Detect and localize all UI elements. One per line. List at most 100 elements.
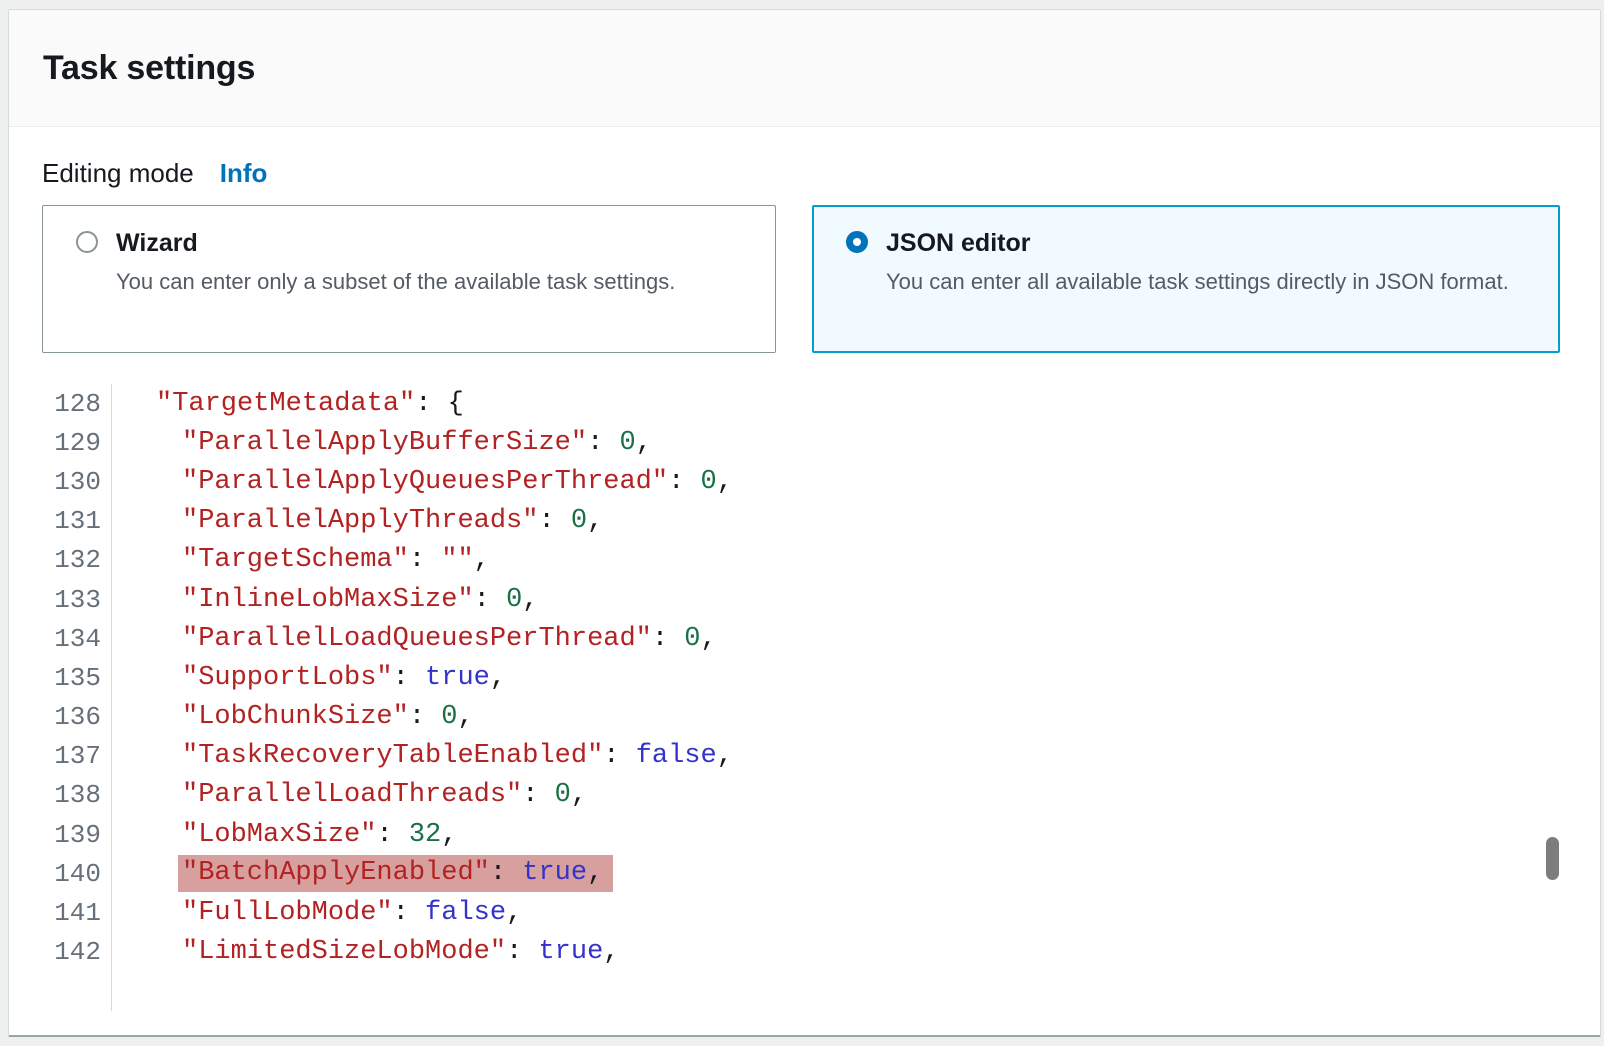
json-key: "LimitedSizeLobMode" [182, 937, 506, 967]
json-colon: : [652, 624, 684, 654]
code-line[interactable]: 141 "FullLobMode": false, [9, 893, 1601, 932]
json-comma: , [474, 545, 490, 575]
json-comma: , [701, 624, 717, 654]
code-line-content[interactable]: "ParallelApplyBufferSize": 0, [111, 423, 1601, 462]
json-key: "BatchApplyEnabled" [182, 858, 490, 888]
code-line-content[interactable] [111, 972, 1601, 1011]
code-line-content[interactable]: "LobMaxSize": 32, [111, 815, 1601, 854]
radio-json-editor[interactable] [846, 231, 868, 253]
json-colon: : [603, 741, 635, 771]
editor-scrollbar-thumb[interactable] [1546, 837, 1559, 880]
line-number: 135 [9, 663, 101, 693]
line-number: 139 [9, 820, 101, 850]
code-line[interactable]: 131 "ParallelApplyThreads": 0, [9, 502, 1601, 541]
task-settings-panel: Task settings Editing mode Info Wizard Y… [8, 9, 1601, 1037]
code-line-content[interactable]: "ParallelLoadThreads": 0, [111, 776, 1601, 815]
json-key: "TargetMetadata" [156, 389, 415, 419]
panel-content: Editing mode Info Wizard You can enter o… [9, 158, 1600, 353]
code-line-content[interactable]: "LimitedSizeLobMode": true, [111, 933, 1601, 972]
json-comma: , [457, 702, 473, 732]
json-comma: , [587, 506, 603, 536]
json-colon: : [415, 389, 447, 419]
code-line[interactable]: 129 "ParallelApplyBufferSize": 0, [9, 423, 1601, 462]
line-number: 141 [9, 898, 101, 928]
radio-wizard[interactable] [76, 231, 98, 253]
json-key: "LobChunkSize" [182, 702, 409, 732]
json-key: "SupportLobs" [182, 663, 393, 693]
code-line-content[interactable]: "ParallelApplyThreads": 0, [111, 502, 1601, 541]
page-title: Task settings [43, 49, 255, 88]
line-number: 132 [9, 545, 101, 575]
json-comma: , [490, 663, 506, 693]
line-number: 131 [9, 506, 101, 536]
line-number: 140 [9, 859, 101, 889]
json-value: false [636, 741, 717, 771]
code-line-content[interactable]: "FullLobMode": false, [111, 893, 1601, 932]
code-line-content[interactable]: "SupportLobs": true, [111, 658, 1601, 697]
json-value: 0 [701, 467, 717, 497]
code-line[interactable]: 130 "ParallelApplyQueuesPerThread": 0, [9, 462, 1601, 501]
line-number: 129 [9, 428, 101, 458]
json-colon: : [376, 820, 408, 850]
code-line[interactable]: 135 "SupportLobs": true, [9, 658, 1601, 697]
json-colon: : [538, 506, 570, 536]
code-line-content[interactable]: "ParallelLoadQueuesPerThread": 0, [111, 619, 1601, 658]
json-value: 0 [571, 506, 587, 536]
code-line-content[interactable]: "TargetSchema": "", [111, 541, 1601, 580]
option-text-wizard: Wizard You can enter only a subset of th… [116, 228, 675, 297]
json-key: "ParallelApplyBufferSize" [182, 428, 587, 458]
code-line[interactable]: 139 "LobMaxSize": 32, [9, 815, 1601, 854]
editing-mode-row: Editing mode Info [42, 158, 1567, 189]
code-line[interactable]: 138 "ParallelLoadThreads": 0, [9, 776, 1601, 815]
code-line[interactable] [9, 972, 1601, 1011]
option-card-wizard[interactable]: Wizard You can enter only a subset of th… [42, 205, 776, 353]
code-line[interactable]: 136 "LobChunkSize": 0, [9, 698, 1601, 737]
panel-header: Task settings [9, 10, 1600, 127]
option-label: Wizard [116, 228, 675, 258]
option-card-json-editor[interactable]: JSON editor You can enter all available … [812, 205, 1560, 353]
info-link[interactable]: Info [220, 158, 268, 189]
editing-mode-label: Editing mode [42, 158, 194, 189]
code-line[interactable]: 128 "TargetMetadata": { [9, 384, 1601, 423]
json-comma: , [603, 937, 619, 967]
json-comma: , [571, 780, 587, 810]
json-comma: , [441, 820, 457, 850]
code-line[interactable]: 140 "BatchApplyEnabled": true, [9, 854, 1601, 893]
line-number: 137 [9, 741, 101, 771]
code-line-content[interactable]: "TaskRecoveryTableEnabled": false, [111, 737, 1601, 776]
json-value: false [425, 898, 506, 928]
json-code-editor[interactable]: 128 "TargetMetadata": { 129 "ParallelApp… [9, 384, 1601, 1011]
code-line[interactable]: 133 "InlineLobMaxSize": 0, [9, 580, 1601, 619]
line-number: 142 [9, 937, 101, 967]
line-number: 136 [9, 702, 101, 732]
json-colon: : [474, 585, 506, 615]
json-key: "ParallelApplyThreads" [182, 506, 538, 536]
line-number: 128 [9, 389, 101, 419]
option-description: You can enter only a subset of the avail… [116, 266, 675, 297]
code-line-content[interactable]: "TargetMetadata": { [111, 384, 1601, 423]
code-line-content[interactable]: "BatchApplyEnabled": true, [111, 854, 1601, 893]
code-line[interactable]: 132 "TargetSchema": "", [9, 541, 1601, 580]
code-line[interactable]: 134 "ParallelLoadQueuesPerThread": 0, [9, 619, 1601, 658]
json-key: "FullLobMode" [182, 898, 393, 928]
code-line-content[interactable]: "LobChunkSize": 0, [111, 698, 1601, 737]
json-comma: , [587, 858, 603, 888]
json-key: "LobMaxSize" [182, 820, 376, 850]
json-value: { [448, 389, 464, 419]
line-number: 130 [9, 467, 101, 497]
json-comma: , [506, 898, 522, 928]
option-text-json-editor: JSON editor You can enter all available … [886, 228, 1509, 297]
code-line[interactable]: 142 "LimitedSizeLobMode": true, [9, 933, 1601, 972]
json-comma: , [717, 741, 733, 771]
code-line[interactable]: 137 "TaskRecoveryTableEnabled": false, [9, 737, 1601, 776]
json-key: "ParallelApplyQueuesPerThread" [182, 467, 668, 497]
code-line-content[interactable]: "ParallelApplyQueuesPerThread": 0, [111, 462, 1601, 501]
json-value: 0 [441, 702, 457, 732]
line-number: 134 [9, 624, 101, 654]
json-value: 32 [409, 820, 441, 850]
json-value: true [425, 663, 490, 693]
json-comma: , [636, 428, 652, 458]
json-key: "InlineLobMaxSize" [182, 585, 474, 615]
option-description: You can enter all available task setting… [886, 266, 1509, 297]
code-line-content[interactable]: "InlineLobMaxSize": 0, [111, 580, 1601, 619]
